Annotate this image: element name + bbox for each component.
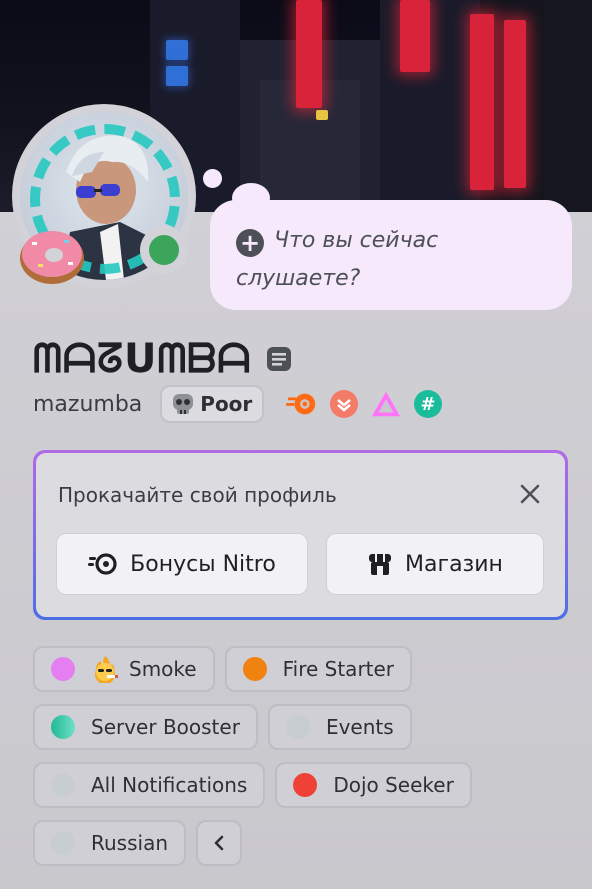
avatar-container[interactable] bbox=[12, 104, 196, 288]
role-color-dot bbox=[51, 715, 75, 739]
add-status-icon[interactable]: + bbox=[236, 229, 264, 257]
thought-bubble-dot-small bbox=[203, 169, 222, 188]
role-all-notifications[interactable]: All Notifications bbox=[33, 762, 266, 808]
nitro-boost-badge-icon[interactable] bbox=[286, 388, 318, 420]
role-label: Fire Starter bbox=[282, 657, 395, 681]
shop-label: Магазин bbox=[405, 551, 503, 577]
role-color-dot bbox=[51, 657, 75, 681]
svg-text:#: # bbox=[421, 394, 436, 415]
username-row: mazumba Poor # bbox=[33, 384, 444, 424]
note-icon[interactable] bbox=[265, 345, 293, 373]
quest-badge-icon[interactable] bbox=[370, 388, 402, 420]
role-list: Smoke Fire Starter Server Booster Events… bbox=[33, 646, 573, 878]
role-smoke[interactable]: Smoke bbox=[33, 646, 215, 692]
role-label: Server Booster bbox=[91, 715, 240, 739]
nitro-perks-label: Бонусы Nitro bbox=[130, 551, 276, 577]
display-name-row: ᗰᗩᘔᑌᗰᗷᗩ bbox=[33, 336, 293, 382]
nitro-icon bbox=[88, 553, 117, 575]
chevron-left-icon bbox=[214, 835, 224, 851]
online-status-dot bbox=[149, 235, 179, 265]
close-button[interactable] bbox=[515, 479, 545, 509]
badge-list: # bbox=[286, 388, 444, 420]
role-label: All Notifications bbox=[91, 773, 248, 797]
role-color-dot bbox=[293, 773, 318, 797]
role-fire-starter[interactable]: Fire Starter bbox=[224, 646, 413, 692]
role-color-dot bbox=[51, 773, 75, 797]
shop-icon bbox=[369, 554, 392, 575]
nitro-perks-button[interactable]: Бонусы Nitro bbox=[56, 533, 308, 595]
server-tag-label: Poor bbox=[200, 392, 253, 416]
server-tag[interactable]: Poor bbox=[160, 385, 265, 423]
status-placeholder: Что вы сейчас слушаете? bbox=[236, 228, 439, 291]
role-color-dot bbox=[51, 831, 75, 855]
hypesquad-badge-icon[interactable] bbox=[328, 388, 360, 420]
close-icon bbox=[520, 484, 540, 504]
server-tag-badge-icon[interactable]: # bbox=[412, 388, 444, 420]
role-russian[interactable]: Russian bbox=[33, 820, 187, 866]
role-color-dot bbox=[242, 657, 267, 681]
display-name: ᗰᗩᘔᑌᗰᗷᗩ bbox=[33, 336, 252, 382]
custom-status-bubble[interactable]: + Что вы сейчас слушаете? bbox=[210, 200, 572, 310]
collapse-roles-button[interactable] bbox=[196, 820, 243, 866]
role-events[interactable]: Events bbox=[267, 704, 412, 750]
smoking-face-emoji-icon bbox=[95, 656, 118, 683]
nitro-upsell-inner: Прокачайте свой профиль Бонусы Nitro Маг… bbox=[36, 453, 565, 617]
skull-icon bbox=[173, 394, 194, 414]
role-label: Russian bbox=[91, 831, 169, 855]
role-label: Events bbox=[325, 715, 394, 739]
username: mazumba bbox=[33, 391, 143, 417]
shop-button[interactable]: Магазин bbox=[326, 533, 544, 595]
nitro-upsell-card: Прокачайте свой профиль Бонусы Nitro Маг… bbox=[33, 450, 568, 620]
role-label: Dojo Seeker bbox=[333, 773, 454, 797]
role-label: Smoke bbox=[129, 657, 197, 681]
donut-decoration-icon bbox=[20, 231, 84, 284]
online-status-indicator bbox=[140, 226, 188, 274]
role-dojo-seeker[interactable]: Dojo Seeker bbox=[275, 762, 472, 808]
role-server-booster[interactable]: Server Booster bbox=[33, 704, 258, 750]
role-color-dot bbox=[285, 715, 310, 739]
nitro-upsell-title: Прокачайте свой профиль bbox=[58, 483, 337, 507]
